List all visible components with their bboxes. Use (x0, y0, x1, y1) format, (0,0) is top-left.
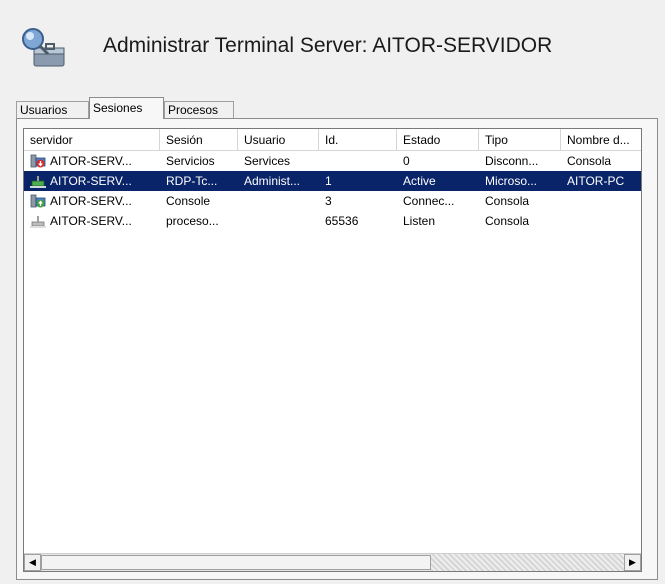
cell-nombre: Consola (567, 154, 612, 168)
cell-usuario (238, 191, 319, 211)
column-headers: servidor Sesión Usuario Id. Estado Tipo … (24, 129, 641, 151)
column-header-servidor[interactable]: servidor (24, 129, 160, 151)
cell-nombre: AITOR-PC (567, 174, 625, 188)
cell-sesion: RDP-Tc... (166, 174, 218, 188)
tab-procesos[interactable]: Procesos (164, 101, 234, 118)
sessions-listview[interactable]: servidor Sesión Usuario Id. Estado Tipo … (23, 128, 642, 572)
cell-usuario: Services (244, 154, 291, 168)
cell-id: 65536 (325, 214, 359, 228)
cell-sesion: Servicios (166, 154, 215, 168)
table-row[interactable]: AITOR-SERV... Console 3 Connec... Consol… (24, 191, 641, 211)
cell-estado: 0 (403, 154, 410, 168)
cell-id: 3 (325, 194, 332, 208)
cell-tipo: Disconn... (485, 154, 539, 168)
cell-servidor: AITOR-SERV... (50, 154, 132, 168)
cell-nombre (561, 191, 641, 211)
cell-servidor: AITOR-SERV... (50, 214, 132, 228)
horizontal-scrollbar[interactable]: ◀ ▶ (24, 553, 641, 571)
table-row[interactable]: AITOR-SERV... RDP-Tc... Administ... 1 Ac… (24, 171, 641, 191)
scroll-track[interactable] (431, 554, 624, 571)
column-header-usuario[interactable]: Usuario (238, 129, 319, 151)
scroll-thumb[interactable] (41, 555, 431, 570)
column-header-nombre[interactable]: Nombre d... (561, 129, 641, 151)
tab-strip: Usuarios Sesiones Procesos (16, 97, 656, 119)
page-title: Administrar Terminal Server: AITOR-SERVI… (103, 34, 553, 57)
table-row[interactable]: AITOR-SERV... proceso... 65536 Listen Co… (24, 211, 641, 231)
cell-sesion: Console (166, 194, 211, 208)
server-toolbox-icon (22, 28, 65, 67)
cell-estado: Active (403, 174, 436, 188)
column-header-id[interactable]: Id. (319, 129, 397, 151)
cell-usuario (238, 211, 319, 231)
cell-servidor: AITOR-SERV... (50, 194, 132, 208)
scroll-right-button[interactable]: ▶ (624, 554, 641, 571)
cell-id: 1 (325, 174, 332, 188)
scroll-left-button[interactable]: ◀ (24, 554, 41, 571)
cell-estado: Listen (403, 214, 436, 228)
column-header-estado[interactable]: Estado (397, 129, 479, 151)
cell-estado: Connec... (403, 194, 455, 208)
column-header-tipo[interactable]: Tipo (479, 129, 561, 151)
tab-sesiones[interactable]: Sesiones (89, 97, 164, 119)
cell-usuario: Administ... (244, 174, 301, 188)
window-header: Administrar Terminal Server: AITOR-SERVI… (0, 0, 665, 95)
cell-nombre (561, 211, 641, 231)
column-header-sesion[interactable]: Sesión (160, 129, 238, 151)
cell-servidor: AITOR-SERV... (50, 174, 132, 188)
cell-sesion: proceso... (166, 214, 219, 228)
tab-usuarios[interactable]: Usuarios (16, 101, 89, 118)
table-row[interactable]: AITOR-SERV... Servicios Services 0 Disco… (24, 151, 641, 171)
cell-tipo: Microso... (485, 174, 538, 188)
cell-tipo: Consola (485, 194, 530, 208)
cell-tipo: Consola (485, 214, 530, 228)
cell-id (319, 151, 397, 171)
